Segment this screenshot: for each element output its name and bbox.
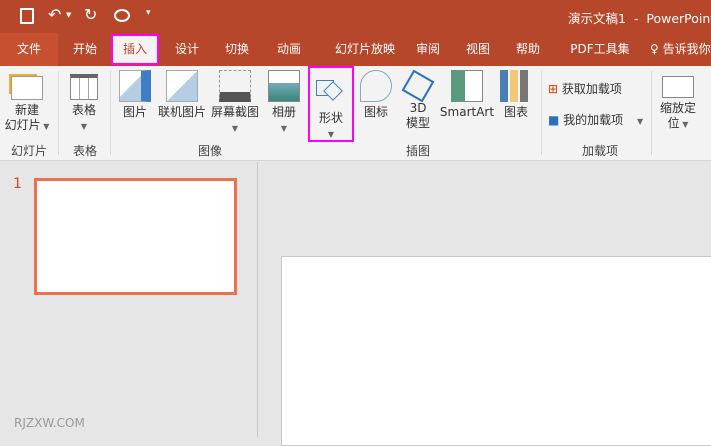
chart-button[interactable]: 图表 xyxy=(498,70,534,120)
tab-home[interactable]: 开始 xyxy=(62,33,108,66)
label: 缩放定 xyxy=(659,101,696,115)
cube-icon xyxy=(401,69,435,103)
table-icon xyxy=(70,74,98,100)
slide-number: 1 xyxy=(13,176,22,192)
zoom-icon xyxy=(662,76,694,98)
screenshot-button[interactable]: 屏幕截图 ▼ xyxy=(209,70,261,136)
screenshot-icon xyxy=(219,70,251,102)
present-from-start-icon[interactable] xyxy=(114,9,130,22)
new-slide-button[interactable]: 新建 幻灯片 ▼ xyxy=(4,70,50,134)
online-picture-icon xyxy=(166,70,198,102)
shapes-icon xyxy=(316,76,346,108)
new-slide-icon xyxy=(11,76,43,100)
label: 图标 xyxy=(363,105,388,119)
smartart-button[interactable]: SmartArt xyxy=(438,70,496,120)
window-title: 演示文稿1 - PowerPoint xyxy=(568,11,711,26)
group-label-addins: 加载项 xyxy=(581,144,618,158)
my-addins-button[interactable]: ■ 我的加载项 ▼ xyxy=(548,111,643,128)
addins-icon: ■ xyxy=(548,113,560,127)
slide-thumbnail-pane: 1 RJZXW.COM xyxy=(0,162,258,437)
icons-button[interactable]: 图标 xyxy=(358,70,394,120)
label: SmartArt xyxy=(439,105,495,119)
undo-dropdown-icon[interactable]: ▼ xyxy=(66,11,71,19)
icons-icon xyxy=(360,70,392,102)
title-bar: ↶ ▼ ↻ ▾ 演示文稿1 - PowerPoint xyxy=(0,0,711,33)
tab-review[interactable]: 审阅 xyxy=(408,33,448,66)
label: 新建 xyxy=(14,103,39,117)
tab-design[interactable]: 设计 xyxy=(164,33,210,66)
label: 位 xyxy=(667,116,680,130)
label: 相册 xyxy=(271,105,296,119)
zoom-button[interactable]: 缩放定位 ▼ xyxy=(656,70,700,132)
undo-icon[interactable]: ↶ xyxy=(48,5,61,24)
picture-icon xyxy=(119,70,151,102)
photo-album-icon xyxy=(268,70,300,102)
label: 联机图片 xyxy=(157,105,206,119)
label: 幻灯片 xyxy=(4,118,41,132)
online-picture-button[interactable]: 联机图片 xyxy=(156,70,208,120)
ribbon-tabs: 文件 开始 插入 设计 切换 动画 幻灯片放映 审阅 视图 帮助 PDF工具集 … xyxy=(0,33,711,66)
label: 获取加载项 xyxy=(561,82,622,96)
label: 图片 xyxy=(122,105,147,119)
lightbulb-icon: ♀ xyxy=(650,42,659,56)
tab-view[interactable]: 视图 xyxy=(458,33,498,66)
label: 3D xyxy=(409,101,427,115)
group-label-tables: 表格 xyxy=(72,144,97,158)
redo-icon[interactable]: ↻ xyxy=(84,5,97,24)
tab-slideshow[interactable]: 幻灯片放映 xyxy=(320,33,410,66)
group-label-illustrations: 插图 xyxy=(405,144,430,158)
label: 模型 xyxy=(405,116,430,130)
watermark: RJZXW.COM xyxy=(14,416,85,430)
tab-insert[interactable]: 插入 xyxy=(111,34,159,65)
label: 图表 xyxy=(503,105,528,119)
save-icon[interactable] xyxy=(20,8,34,24)
slide-canvas[interactable] xyxy=(281,256,711,446)
label: 屏幕截图 xyxy=(210,105,259,119)
tab-help[interactable]: 帮助 xyxy=(508,33,548,66)
shapes-button[interactable]: 形状 ▼ xyxy=(308,66,354,142)
tab-transitions[interactable]: 切换 xyxy=(214,33,260,66)
store-icon: ⊞ xyxy=(548,82,559,96)
customize-qat-icon[interactable]: ▾ xyxy=(146,8,151,18)
tell-me-label: 告诉我你 xyxy=(662,42,711,56)
tab-pdf-tools[interactable]: PDF工具集 xyxy=(560,33,640,66)
label: 我的加载项 xyxy=(563,113,624,127)
label: 形状 xyxy=(318,111,343,125)
ribbon: 新建 幻灯片 ▼ 表格 ▼ 图片 联机图片 屏幕截图 ▼ 相册 ▼ 幻灯片 表格 图像 … xyxy=(0,66,711,161)
label: 表格 xyxy=(71,103,96,117)
smartart-icon xyxy=(451,70,483,102)
picture-button[interactable]: 图片 xyxy=(116,70,154,120)
get-addins-button[interactable]: ⊞ 获取加载项 xyxy=(548,80,622,97)
tell-me-search[interactable]: ♀ 告诉我你 xyxy=(650,33,711,66)
tab-file[interactable]: 文件 xyxy=(0,33,58,66)
table-button[interactable]: 表格 ▼ xyxy=(64,70,104,134)
chart-icon xyxy=(500,70,532,102)
slide-thumbnail[interactable] xyxy=(34,178,237,295)
group-label-images: 图像 xyxy=(197,144,222,158)
tab-animations[interactable]: 动画 xyxy=(266,33,312,66)
photo-album-button[interactable]: 相册 ▼ xyxy=(264,70,304,136)
3d-models-button[interactable]: 3D 模型 xyxy=(400,69,436,131)
group-label-slides: 幻灯片 xyxy=(10,144,47,158)
